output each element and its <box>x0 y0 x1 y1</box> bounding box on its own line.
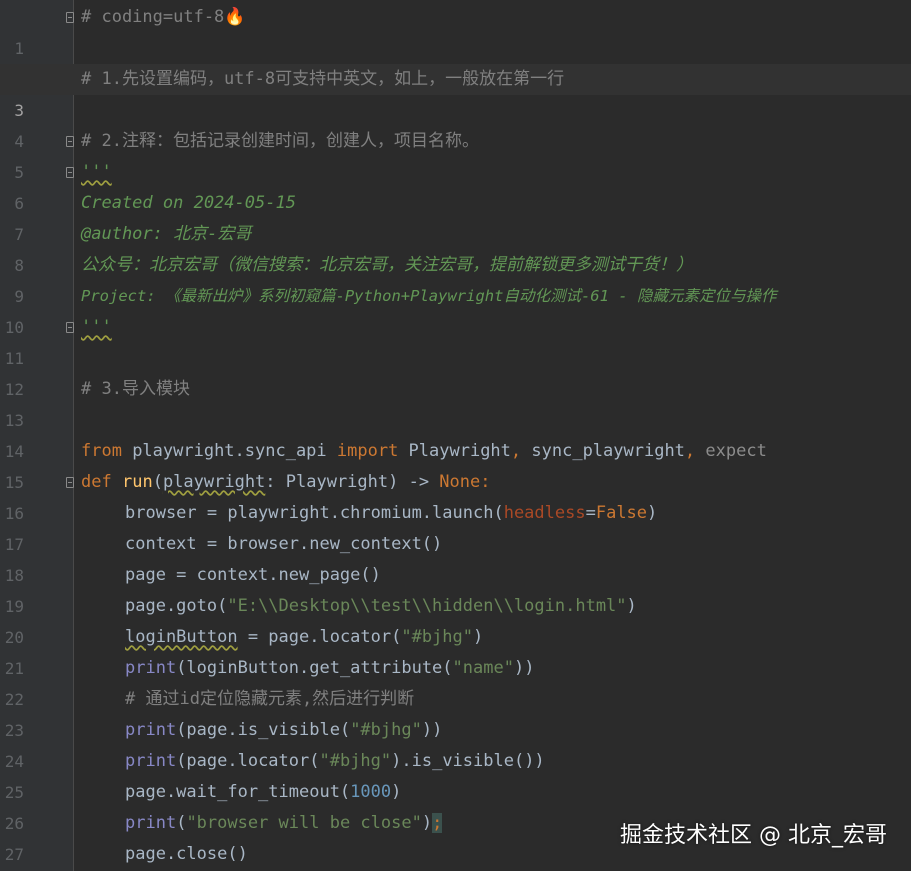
fold-icon[interactable] <box>66 12 74 23</box>
builtin: print <box>125 751 177 771</box>
string-literal: "E:\\Desktop\\test\\hidden\\login.html" <box>227 596 627 616</box>
comment-text: # 3.导入模块 <box>81 379 190 399</box>
code-text: browser = playwright.chromium.launch( <box>125 503 504 523</box>
code-line-13[interactable]: 13 # 3.导入模块 <box>0 374 911 430</box>
code-line-8[interactable]: 8 @author: 北京-宏哥 <box>0 219 911 275</box>
docstring-text: Project: 《最新出炉》系列初窥篇-Python+Playwright自动… <box>81 287 777 305</box>
punctuation: , <box>684 441 696 461</box>
code-text: page.close() <box>125 844 248 864</box>
keyword: None <box>439 472 481 492</box>
fold-icon[interactable] <box>66 167 74 178</box>
parameter: playwright <box>162 472 266 492</box>
code-line-3[interactable]: 3 # 1.先设置编码，utf-8可支持中英文，如上，一般放在第一行 <box>0 64 911 120</box>
string-literal: "browser will be close" <box>186 813 422 833</box>
builtin: print <box>125 720 177 740</box>
punctuation: ) <box>647 503 658 523</box>
watermark: 掘金技术社区 @ 北京_宏哥 <box>620 823 887 848</box>
code-line-19[interactable]: 19 page = context.new_page() <box>0 560 911 616</box>
unused-import: expect <box>695 441 767 461</box>
code-text: (page.is_visible( <box>176 720 351 740</box>
keyword: def <box>81 472 112 492</box>
encoding-comment: # coding=utf-8 <box>81 7 225 27</box>
builtin: print <box>125 658 177 678</box>
docstring-text: 公众号：北京宏哥（微信搜索：北京宏哥，关注宏哥，提前解锁更多测试干货！） <box>81 255 693 275</box>
code-line-5[interactable]: 5 # 2.注释：包括记录创建时间，创建人，项目名称。 <box>0 126 911 182</box>
import-name: sync_playwright <box>521 441 685 461</box>
code-line-20[interactable]: 20 page.goto("E:\\Desktop\\test\\hidden\… <box>0 591 911 647</box>
code-line-10[interactable]: 10 Project: 《最新出炉》系列初窥篇-Python+Playwrigh… <box>0 281 911 337</box>
code-line-1[interactable]: 1 # coding=utf-8🔥 <box>0 2 911 58</box>
code-line-17[interactable]: 17 browser = playwright.chromium.launch(… <box>0 498 911 554</box>
code-line-9[interactable]: 9 公众号：北京宏哥（微信搜索：北京宏哥，关注宏哥，提前解锁更多测试干货！） <box>0 250 911 306</box>
code-line-22[interactable]: 22 print(loginButton.get_attribute("name… <box>0 653 911 709</box>
keyword: import <box>336 441 399 461</box>
string-literal: "#bjhg" <box>319 751 392 771</box>
punctuation: = <box>585 503 596 523</box>
code-text: ).is_visible()) <box>391 751 545 771</box>
code-line-11[interactable]: 11 ''' <box>0 312 911 368</box>
fire-icon: 🔥 <box>224 7 246 27</box>
string-literal: "name" <box>452 658 514 678</box>
builtin: print <box>125 813 177 833</box>
code-editor[interactable]: 1 # coding=utf-8🔥 2 3 # 1.先设置编码，utf-8可支持… <box>0 0 911 871</box>
code-text: page = context.new_page() <box>125 565 381 585</box>
keyword: from <box>81 441 122 461</box>
code-text: context = browser.new_context() <box>125 534 443 554</box>
punctuation: )) <box>513 658 535 678</box>
comment-text: # 通过id定位隐藏元素,然后进行判断 <box>125 689 415 709</box>
code-text: page.goto( <box>125 596 228 616</box>
punctuation: ( <box>152 472 163 492</box>
fold-icon[interactable] <box>66 136 74 147</box>
keyword-argument: headless <box>503 503 586 523</box>
docstring-open: ''' <box>81 162 112 182</box>
semicolon-warning: ; <box>432 813 443 833</box>
string-literal: "#bjhg" <box>401 627 474 647</box>
code-line-6[interactable]: 6 ''' <box>0 157 911 213</box>
code-line-21[interactable]: 21 loginButton = page.locator("#bjhg") <box>0 622 911 678</box>
punctuation: ) <box>473 627 484 647</box>
code-line-25[interactable]: 25 print(page.locator("#bjhg").is_visibl… <box>0 746 911 802</box>
code-line-26[interactable]: 26 page.wait_for_timeout(1000) <box>0 777 911 833</box>
punctuation: : <box>480 472 491 492</box>
code-line-4[interactable]: 4 <box>0 95 911 151</box>
code-line-7[interactable]: 7 Created on 2024-05-15 <box>0 188 911 244</box>
number-literal: 1000 <box>350 782 392 802</box>
code-text: (page.locator( <box>176 751 320 771</box>
module-name: playwright.sync_api <box>121 441 337 461</box>
comment-text: # 2.注释：包括记录创建时间，创建人，项目名称。 <box>81 131 479 151</box>
code-text: = page.locator( <box>237 627 402 647</box>
code-text: page.wait_for_timeout( <box>125 782 351 802</box>
docstring-text: @author: 北京-宏哥 <box>81 224 252 244</box>
docstring-text: Created on 2024-05-15 <box>81 193 296 213</box>
code-line-24[interactable]: 24 print(page.is_visible("#bjhg")) <box>0 715 911 771</box>
fold-icon[interactable] <box>66 477 74 488</box>
fold-icon[interactable] <box>66 322 74 333</box>
code-line-12[interactable]: 12 <box>0 343 911 399</box>
punctuation: ( <box>176 813 187 833</box>
code-line-23[interactable]: 23 # 通过id定位隐藏元素,然后进行判断 <box>0 684 911 740</box>
punctuation: , <box>510 441 522 461</box>
code-line-14[interactable]: 14 <box>0 405 911 461</box>
code-line-2[interactable]: 2 <box>0 33 911 89</box>
comment-text: # 1.先设置编码，utf-8可支持中英文，如上，一般放在第一行 <box>81 69 565 89</box>
punctuation: )) <box>421 720 443 740</box>
code-line-16[interactable]: 16 def run(playwright: Playwright) -> No… <box>0 467 911 523</box>
signature-rest: : Playwright) -> <box>265 472 440 492</box>
punctuation: ) <box>421 813 433 833</box>
variable: loginButton <box>125 627 238 647</box>
code-line-15[interactable]: 15 from playwright.sync_api import Playw… <box>0 436 911 492</box>
string-literal: "#bjhg" <box>350 720 422 740</box>
punctuation: ) <box>391 782 402 802</box>
code-line-18[interactable]: 18 context = browser.new_context() <box>0 529 911 585</box>
punctuation: ) <box>626 596 637 616</box>
function-name: run <box>121 472 153 492</box>
code-text: (loginButton.get_attribute( <box>176 658 453 678</box>
keyword: False <box>595 503 648 523</box>
import-name: Playwright <box>398 441 511 461</box>
docstring-close: ''' <box>81 317 112 337</box>
